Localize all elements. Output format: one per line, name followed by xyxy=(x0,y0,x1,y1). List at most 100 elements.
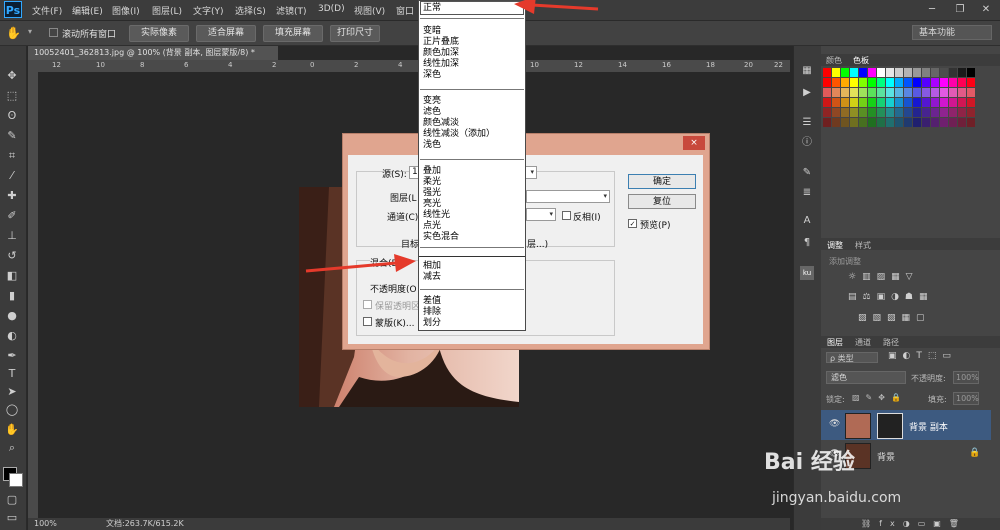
lock-icons[interactable]: ▨✎✥🔒 xyxy=(852,393,912,404)
color-swatch[interactable] xyxy=(931,118,939,127)
layer-row-selected[interactable]: 👁 背景 副本 xyxy=(821,410,991,440)
color-swatch[interactable] xyxy=(859,118,867,127)
menu-layer[interactable]: 图层(L) xyxy=(152,4,182,17)
color-swatch[interactable] xyxy=(913,78,921,87)
color-swatch[interactable] xyxy=(850,78,858,87)
color-swatch[interactable] xyxy=(967,88,975,97)
color-swatch[interactable] xyxy=(877,68,885,77)
color-swatch[interactable] xyxy=(913,88,921,97)
color-swatch[interactable] xyxy=(868,88,876,97)
color-swatch[interactable] xyxy=(949,108,957,117)
color-swatch[interactable] xyxy=(832,118,840,127)
color-swatch[interactable] xyxy=(958,108,966,117)
color-swatch[interactable] xyxy=(850,118,858,127)
preview-checkbox[interactable]: ✓ xyxy=(628,219,637,228)
dodge-tool-icon[interactable]: ◐ xyxy=(4,328,20,344)
color-swatch[interactable] xyxy=(913,118,921,127)
color-swatch[interactable] xyxy=(895,98,903,107)
color-swatch[interactable] xyxy=(886,108,894,117)
color-swatch[interactable] xyxy=(832,68,840,77)
scroll-all-checkbox[interactable] xyxy=(49,28,58,37)
tab-layers[interactable]: 图层 xyxy=(827,337,843,348)
color-swatch[interactable] xyxy=(832,108,840,117)
screen-mode-icon[interactable]: ▭ xyxy=(4,510,20,526)
color-swatch[interactable] xyxy=(958,118,966,127)
color-swatch[interactable] xyxy=(886,98,894,107)
color-swatch[interactable] xyxy=(823,108,831,117)
color-swatch[interactable] xyxy=(940,88,948,97)
hand-tool-icon[interactable]: ✋ xyxy=(4,422,20,438)
color-swatch[interactable] xyxy=(958,88,966,97)
color-swatch[interactable] xyxy=(823,118,831,127)
color-swatch[interactable] xyxy=(850,98,858,107)
type-tool-icon[interactable]: T xyxy=(4,366,20,382)
crop-tool-icon[interactable]: ⌗ xyxy=(4,148,20,164)
menu-image[interactable]: 图像(I) xyxy=(112,4,140,17)
background-color-swatch[interactable] xyxy=(9,473,23,487)
blur-tool-icon[interactable]: ● xyxy=(4,308,20,324)
color-swatch[interactable] xyxy=(877,98,885,107)
color-swatch[interactable] xyxy=(877,88,885,97)
restore-icon[interactable]: ❐ xyxy=(946,0,974,20)
color-swatch[interactable] xyxy=(868,108,876,117)
layer-mask-thumbnail[interactable] xyxy=(877,413,903,439)
menu-type[interactable]: 文字(Y) xyxy=(193,4,224,17)
color-swatch[interactable] xyxy=(859,88,867,97)
color-swatch[interactable] xyxy=(832,78,840,87)
menu-select[interactable]: 选择(S) xyxy=(235,4,266,17)
layer-filter-icons[interactable]: ▣◐T⬚▭ xyxy=(888,351,983,363)
marquee-tool-icon[interactable]: ⬚ xyxy=(4,88,20,104)
history-icon[interactable]: ▦ xyxy=(800,64,814,78)
tab-channels[interactable]: 通道 xyxy=(855,337,871,348)
eraser-tool-icon[interactable]: ◧ xyxy=(4,268,20,284)
color-swatch[interactable] xyxy=(913,98,921,107)
color-swatch[interactable] xyxy=(904,68,912,77)
color-swatch[interactable] xyxy=(823,88,831,97)
color-swatch[interactable] xyxy=(895,88,903,97)
color-swatch[interactable] xyxy=(868,118,876,127)
color-swatch[interactable] xyxy=(922,108,930,117)
color-swatch[interactable] xyxy=(859,108,867,117)
ok-button[interactable]: 确定 xyxy=(628,174,696,189)
color-swatch[interactable] xyxy=(940,78,948,87)
color-swatch[interactable] xyxy=(958,78,966,87)
color-swatch[interactable] xyxy=(904,118,912,127)
color-swatch[interactable] xyxy=(895,118,903,127)
layer-name[interactable]: 背景 副本 xyxy=(909,420,948,433)
color-swatch[interactable] xyxy=(868,98,876,107)
brush-presets-icon[interactable]: ≣ xyxy=(800,186,814,200)
adjustment-icons-row-1[interactable]: ☼▥▨▦▽ xyxy=(848,272,958,284)
color-swatch[interactable] xyxy=(841,68,849,77)
color-swatch[interactable] xyxy=(895,78,903,87)
color-swatch[interactable] xyxy=(940,118,948,127)
clone-stamp-icon[interactable]: ⊥ xyxy=(4,228,20,244)
color-swatch[interactable] xyxy=(904,78,912,87)
color-swatch[interactable] xyxy=(949,88,957,97)
color-swatch[interactable] xyxy=(931,88,939,97)
color-swatch[interactable] xyxy=(877,78,885,87)
history-brush-icon[interactable]: ↺ xyxy=(4,248,20,264)
color-swatch[interactable] xyxy=(967,78,975,87)
move-tool-icon[interactable]: ✥ xyxy=(4,68,20,84)
ku-icon[interactable]: ku xyxy=(800,266,814,280)
quick-select-tool-icon[interactable]: ✎ xyxy=(4,128,20,144)
color-swatch[interactable] xyxy=(850,108,858,117)
tab-styles[interactable]: 样式 xyxy=(855,240,871,251)
menu-file[interactable]: 文件(F) xyxy=(32,4,62,17)
color-swatch[interactable] xyxy=(886,118,894,127)
blend-mode-difference[interactable]: 差值 xyxy=(423,296,441,306)
info-icon[interactable]: ⓘ xyxy=(800,136,814,150)
color-swatch[interactable] xyxy=(967,98,975,107)
layer-name[interactable]: 背景 xyxy=(877,450,895,463)
color-swatch[interactable] xyxy=(922,98,930,107)
color-swatch[interactable] xyxy=(913,68,921,77)
eyedropper-tool-icon[interactable]: ⁄ xyxy=(4,168,20,184)
play-icon[interactable]: ▶ xyxy=(800,86,814,100)
color-swatch[interactable] xyxy=(832,88,840,97)
color-swatch[interactable] xyxy=(949,118,957,127)
brush-panel-icon[interactable]: ✎ xyxy=(800,166,814,180)
actual-pixels-button[interactable]: 实际像素 xyxy=(129,25,189,42)
color-swatch[interactable] xyxy=(877,118,885,127)
color-swatch[interactable] xyxy=(823,78,831,87)
color-swatch[interactable] xyxy=(940,108,948,117)
